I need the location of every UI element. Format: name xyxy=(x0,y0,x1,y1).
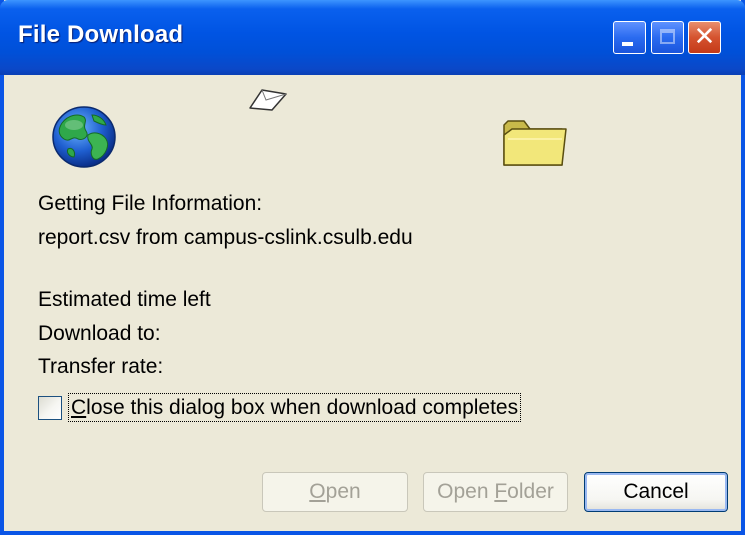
transfer-rate-label: Transfer rate: xyxy=(38,355,164,378)
title-bar[interactable]: File Download ✕ xyxy=(0,0,745,75)
close-on-complete-checkbox[interactable] xyxy=(38,396,62,420)
open-label-rest: pen xyxy=(325,480,361,503)
open-folder-mnemonic: F xyxy=(494,480,508,503)
maximize-icon xyxy=(660,29,675,44)
minimize-button[interactable] xyxy=(613,21,646,54)
open-folder-button[interactable]: Open Folder xyxy=(423,472,568,512)
label-rest: lose this dialog box when download compl… xyxy=(86,396,519,419)
close-on-complete-label[interactable]: Close this dialog box when download comp… xyxy=(67,393,522,422)
mnemonic-c: C xyxy=(71,396,87,419)
minimize-icon xyxy=(622,42,633,46)
flying-paper-icon xyxy=(249,89,287,111)
cancel-button[interactable]: Cancel xyxy=(584,472,728,512)
download-to-label: Download to: xyxy=(38,322,161,345)
maximize-button xyxy=(651,21,684,54)
open-folder-label-start: Open xyxy=(437,480,495,503)
estimated-time-label: Estimated time left xyxy=(38,288,211,311)
close-icon: ✕ xyxy=(693,22,716,52)
window-title: File Download xyxy=(18,21,184,48)
status-heading: Getting File Information: xyxy=(38,192,263,215)
globe-icon xyxy=(52,106,116,168)
open-button[interactable]: Open xyxy=(262,472,408,512)
folder-icon xyxy=(503,120,567,166)
open-mnemonic: O xyxy=(309,480,326,503)
close-button[interactable]: ✕ xyxy=(688,21,721,54)
open-folder-label-rest: older xyxy=(507,480,554,503)
file-download-dialog: File Download ✕ Getting File Information… xyxy=(0,0,745,535)
download-source: report.csv from campus-cslink.csulb.edu xyxy=(38,226,413,249)
